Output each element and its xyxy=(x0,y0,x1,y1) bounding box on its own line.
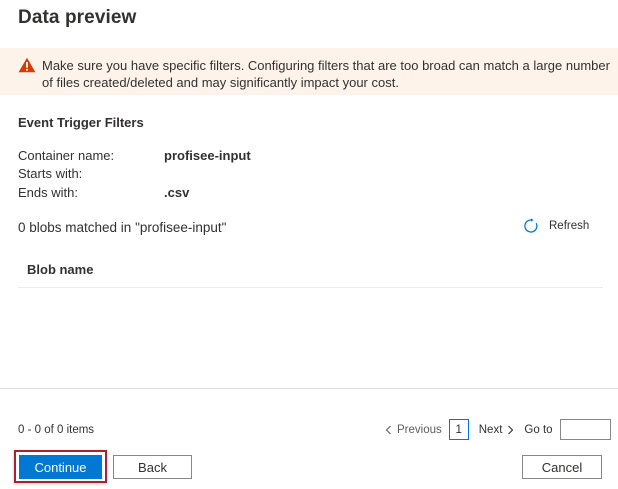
table-header-divider xyxy=(18,287,603,288)
refresh-label: Refresh xyxy=(549,220,590,232)
container-name-label: Container name: xyxy=(18,148,115,163)
matched-count-text: 0 blobs matched in "profisee-input" xyxy=(18,220,227,235)
chevron-right-icon xyxy=(508,425,514,434)
back-button[interactable]: Back xyxy=(113,455,192,479)
next-page-button[interactable]: Next xyxy=(479,424,516,436)
previous-label: Previous xyxy=(397,423,442,436)
container-name-value: profisee-input xyxy=(164,148,251,163)
pagination: Previous 1 Next Go to xyxy=(384,419,611,440)
column-header-blob-name[interactable]: Blob name xyxy=(27,262,93,277)
next-label: Next xyxy=(478,423,503,436)
continue-button[interactable]: Continue xyxy=(19,455,102,479)
ends-with-label: Ends with: xyxy=(18,185,78,200)
chevron-left-icon xyxy=(385,425,391,434)
refresh-icon xyxy=(524,218,538,233)
ends-with-value: .csv xyxy=(164,185,190,200)
cancel-button[interactable]: Cancel xyxy=(522,455,602,479)
previous-page-button[interactable]: Previous xyxy=(384,424,442,436)
page-number-button[interactable]: 1 xyxy=(448,419,469,440)
warning-banner: Make sure you have specific filters. Con… xyxy=(0,48,618,95)
goto-label: Go to xyxy=(524,423,553,436)
footer-divider xyxy=(0,388,618,389)
goto-page-input[interactable] xyxy=(559,419,611,440)
warning-text: Make sure you have specific filters. Con… xyxy=(42,58,610,90)
refresh-button[interactable]: Refresh xyxy=(523,218,589,234)
filters-section-title: Event Trigger Filters xyxy=(18,115,144,130)
items-count-text: 0 - 0 of 0 items xyxy=(18,424,95,436)
warning-triangle-icon xyxy=(18,57,36,73)
page-title: Data preview xyxy=(18,7,137,28)
starts-with-label: Starts with: xyxy=(18,166,83,181)
